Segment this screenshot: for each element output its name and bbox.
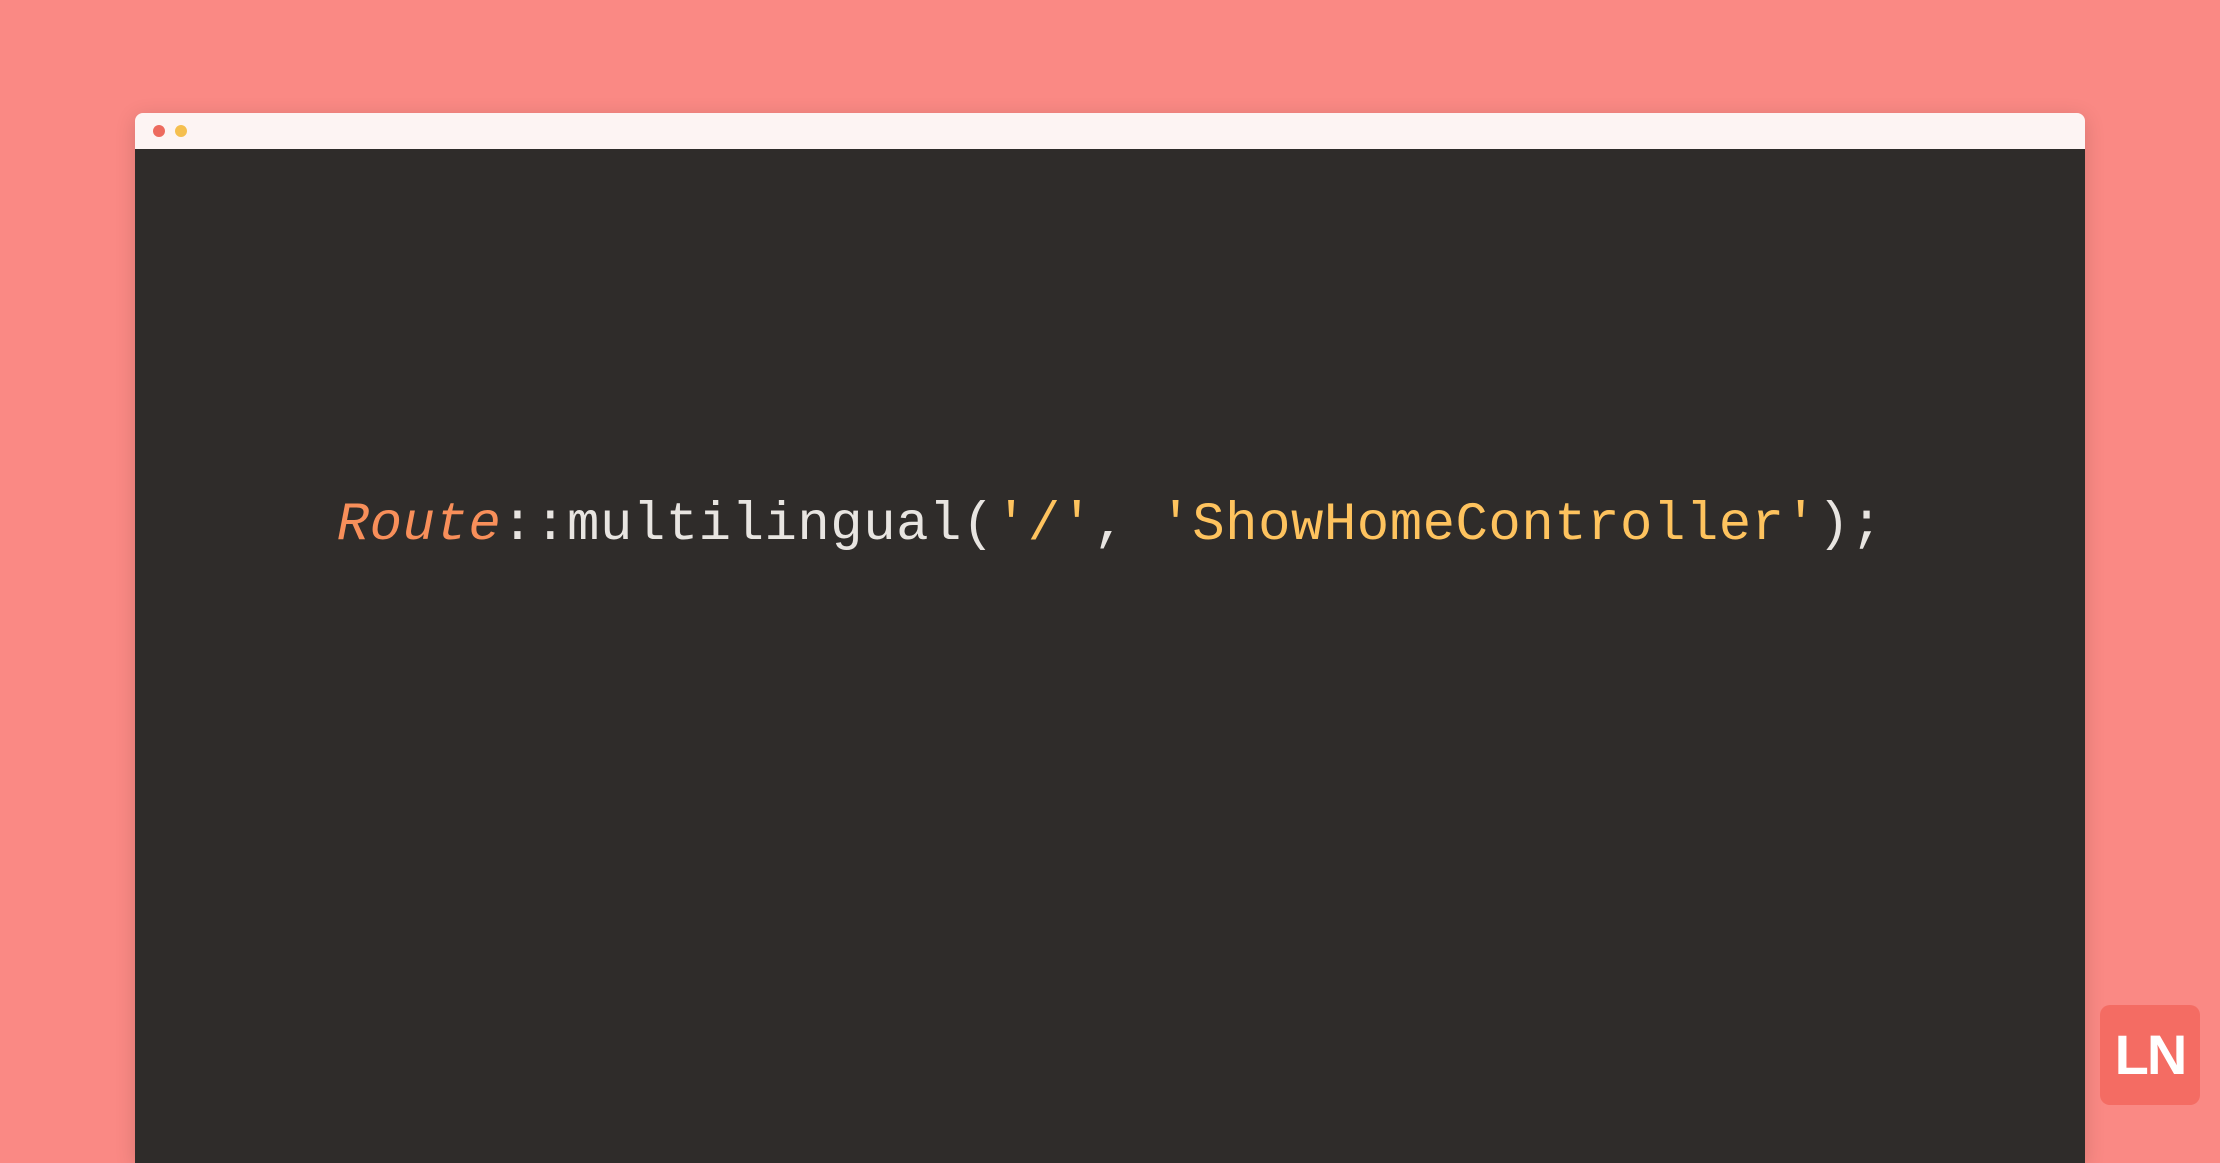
code-line: Route::multilingual('/', 'ShowHomeContro… — [337, 495, 1884, 556]
token-paren-open: ( — [962, 495, 995, 556]
window-titlebar — [135, 113, 2085, 149]
maximize-icon[interactable] — [197, 125, 209, 137]
brand-logo: LN — [2100, 1005, 2200, 1105]
token-class: Route — [337, 495, 502, 556]
token-comma: , — [1094, 495, 1160, 556]
logo-text: LN — [2115, 1027, 2186, 1083]
close-icon[interactable] — [153, 125, 165, 137]
editor-window: Route::multilingual('/', 'ShowHomeContro… — [135, 113, 2085, 1163]
token-semicolon: ; — [1850, 495, 1883, 556]
editor-content: Route::multilingual('/', 'ShowHomeContro… — [135, 149, 2085, 1163]
minimize-icon[interactable] — [175, 125, 187, 137]
token-scope: :: — [501, 495, 567, 556]
token-arg2: 'ShowHomeController' — [1159, 495, 1817, 556]
token-paren-close: ) — [1817, 495, 1850, 556]
token-method: multilingual — [567, 495, 962, 556]
token-arg1: '/' — [995, 495, 1094, 556]
